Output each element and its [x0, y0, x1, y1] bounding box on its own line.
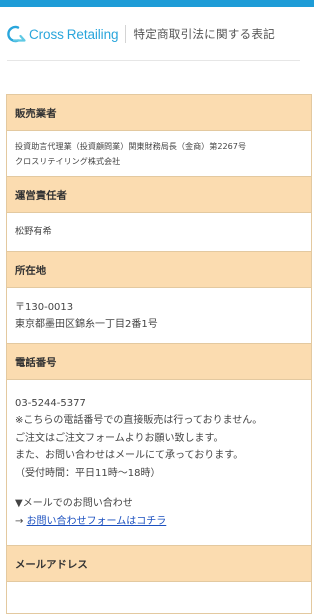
seller-company-line: クロスリテイリング株式会社 — [15, 155, 121, 166]
mail-inquiry-label: ▼メールでのお問い合わせ — [15, 498, 133, 510]
postal-code: 〒130-0013 — [15, 301, 74, 313]
page-title: 特定商取引法に関する表記 — [133, 27, 275, 41]
contact-link-line: → お問い合わせフォームはコチラ — [15, 513, 303, 531]
phone-note-1: ※こちらの電話番号での直接販売は行っておりません。 — [15, 415, 263, 427]
seller-license-line: 投資助言代理業（投資顧問業）関東財務局長（金商）第2267号 — [15, 141, 247, 151]
brand-name: Cross Retailing — [29, 26, 119, 42]
contact-form-link[interactable]: お問い合わせフォームはコチラ — [27, 516, 167, 527]
manager-name: 松野有希 — [15, 226, 52, 237]
site-logo[interactable]: Cross Retailing — [5, 23, 119, 45]
street-address: 東京都墨田区錦糸一丁目2番1号 — [15, 318, 158, 330]
header-divider — [125, 25, 127, 43]
site-header: Cross Retailing 特定商取引法に関する表記 — [0, 7, 314, 61]
section-heading-address: 所在地 — [7, 252, 311, 288]
section-heading-email: メールアドレス — [7, 546, 311, 582]
section-body-phone: 03-5244-5377 ※こちらの電話番号での直接販売は行っておりません。 ご… — [7, 380, 311, 546]
section-heading-manager: 運営責任者 — [7, 177, 311, 213]
section-body-seller: 投資助言代理業（投資顧問業）関東財務局長（金商）第2267号 クロスリテイリング… — [7, 131, 311, 177]
phone-note-2: ご注文はご注文フォームよりお願い致します。 — [15, 432, 224, 444]
brand-word-retailing: Retailing — [66, 26, 119, 42]
phone-note-3: また、お問い合わせはメールにて承っております。 — [15, 450, 244, 462]
section-heading-seller: 販売業者 — [7, 95, 311, 131]
brand-word-cross: Cross — [29, 26, 64, 42]
section-body-email — [7, 582, 311, 613]
header-rule — [7, 60, 300, 61]
section-body-manager: 松野有希 — [7, 213, 311, 252]
phone-hours: （受付時間：平日11時〜18時） — [15, 467, 161, 479]
top-accent-bar — [0, 0, 314, 7]
arrow-icon: → — [15, 515, 27, 527]
cross-retailing-logo-icon — [5, 25, 27, 43]
legal-info-table: 販売業者 投資助言代理業（投資顧問業）関東財務局長（金商）第2267号 クロスリ… — [6, 94, 312, 614]
section-body-address: 〒130-0013 東京都墨田区錦糸一丁目2番1号 — [7, 288, 311, 344]
phone-number: 03-5244-5377 — [15, 397, 86, 409]
section-heading-phone: 電話番号 — [7, 344, 311, 380]
